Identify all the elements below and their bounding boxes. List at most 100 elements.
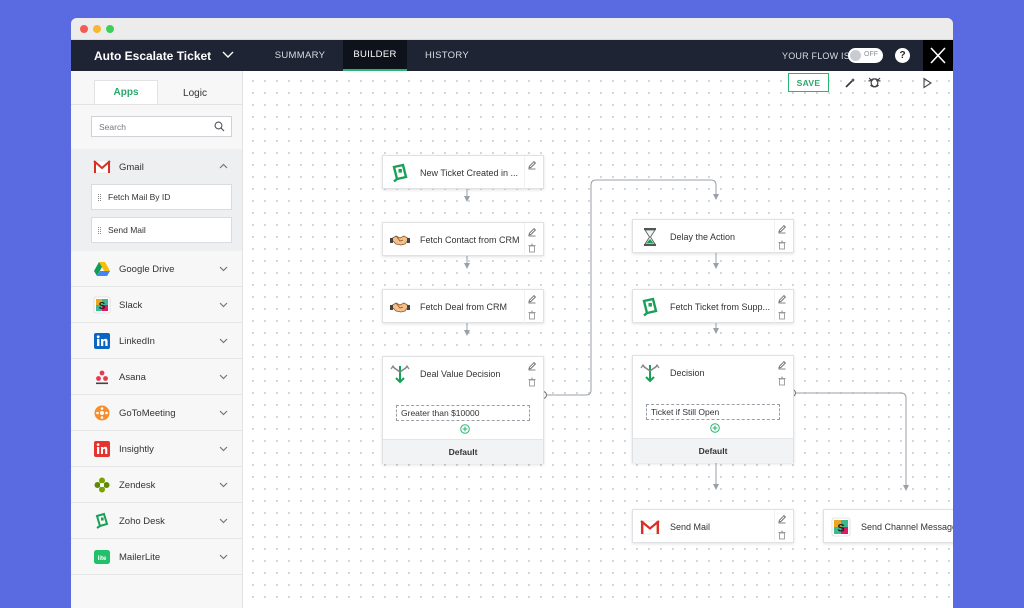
trash-icon[interactable] — [777, 376, 787, 386]
sidebar-item-label: Insightly — [119, 443, 154, 455]
sidebar-item-gmail[interactable]: Gmail — [71, 149, 242, 185]
node-fetch-ticket-from-support[interactable]: Fetch Ticket from Supp... — [632, 289, 794, 324]
gotomeeting-icon — [94, 405, 110, 421]
slack-icon: S — [93, 296, 111, 314]
tab-logic[interactable]: Logic — [163, 81, 227, 105]
trash-icon[interactable] — [777, 530, 787, 540]
tab-history-label: HISTORY — [425, 50, 469, 61]
node-send-mail[interactable]: Send Mail — [632, 509, 794, 544]
tab-builder[interactable]: BUILDER — [343, 40, 407, 71]
tab-apps-label: Apps — [113, 86, 139, 98]
node-fetch-contact-from-crm[interactable]: Fetch Contact from CRM — [382, 222, 544, 257]
gmail-icon — [640, 520, 660, 535]
close-window-dot[interactable] — [80, 25, 88, 33]
tab-builder-label: BUILDER — [353, 49, 397, 60]
svg-text:S: S — [99, 301, 106, 312]
add-condition-icon[interactable] — [460, 424, 470, 434]
flow-toggle[interactable]: OFF — [848, 48, 883, 63]
handshake-icon — [390, 235, 410, 246]
chevron-down-icon — [219, 482, 228, 488]
handshake-icon — [390, 302, 410, 313]
decision-split-icon — [640, 363, 660, 383]
chevron-down-icon — [219, 374, 228, 380]
tab-history[interactable]: HISTORY — [411, 40, 483, 71]
node-decision[interactable]: Decision Ticket if Still Open Default — [632, 355, 794, 463]
decision-condition[interactable]: Ticket if Still Open — [646, 404, 780, 420]
search-box — [91, 116, 232, 137]
sidebar-tabs: Apps Logic — [71, 71, 243, 105]
edit-icon[interactable] — [527, 160, 537, 170]
toggle-state: OFF — [864, 51, 878, 58]
sidebar-item-asana[interactable]: Asana — [71, 359, 242, 395]
decision-default: Default — [633, 438, 793, 463]
drag-handle-icon[interactable] — [98, 194, 101, 201]
add-condition-icon[interactable] — [710, 423, 720, 433]
flow-name-dropdown[interactable]: Auto Escalate Ticket — [71, 40, 243, 71]
chevron-down-icon — [222, 51, 234, 58]
search-input[interactable] — [92, 117, 210, 137]
chevron-up-icon — [219, 163, 228, 169]
trash-icon[interactable] — [527, 377, 537, 387]
svg-text:S: S — [837, 523, 844, 535]
sidebar-item-linkedin[interactable]: LinkedIn — [71, 323, 242, 359]
node-label: Send Channel Message — [861, 522, 953, 532]
node-new-ticket-created[interactable]: New Ticket Created in ... — [382, 155, 544, 190]
close-builder-button[interactable] — [923, 40, 953, 71]
sidebar-item-zendesk[interactable]: Zendesk — [71, 467, 242, 503]
edit-icon[interactable] — [527, 227, 537, 237]
help-button[interactable]: ? — [895, 48, 910, 63]
sidebar-item-mailerlite[interactable]: lite MailerLite — [71, 539, 242, 575]
zoho-desk-icon — [95, 512, 109, 529]
save-button[interactable]: SAVE — [788, 73, 829, 92]
trash-icon[interactable] — [777, 240, 787, 250]
node-label: Fetch Deal from CRM — [420, 302, 508, 312]
edit-icon[interactable] — [527, 361, 537, 371]
minimize-window-dot[interactable] — [93, 25, 101, 33]
node-divider — [524, 290, 525, 324]
node-deal-value-decision[interactable]: Deal Value Decision Greater than $10000 … — [382, 356, 544, 464]
sidebar-item-label: Slack — [119, 299, 143, 311]
action-fetch-mail-by-id[interactable]: Fetch Mail By ID — [91, 184, 232, 210]
sidebar-item-label: GoToMeeting — [119, 407, 176, 419]
sidebar-item-zoho-desk[interactable]: Zoho Desk — [71, 503, 242, 539]
edit-icon[interactable] — [527, 294, 537, 304]
magic-wand-icon[interactable] — [843, 76, 857, 90]
decision-header: Decision — [633, 356, 793, 390]
sidebar-item-insightly[interactable]: Insightly — [71, 431, 242, 467]
drag-handle-icon[interactable] — [98, 227, 101, 234]
zoho-desk-icon — [642, 297, 658, 317]
play-icon[interactable] — [920, 76, 934, 90]
builder-canvas[interactable]: SAVE New Ticket Created in ... Fetch Con… — [243, 71, 953, 608]
sidebar: Apps Logic Gmail Fetch Mail By ID Send M… — [71, 71, 243, 608]
sidebar-item-gotomeeting[interactable]: GoToMeeting — [71, 395, 242, 431]
node-delay-the-action[interactable]: Delay the Action — [632, 219, 794, 254]
trash-icon[interactable] — [527, 310, 537, 320]
decision-condition[interactable]: Greater than $10000 — [396, 405, 530, 421]
redo-icon[interactable] — [868, 76, 882, 90]
decision-title: Decision — [670, 368, 705, 378]
tab-summary-label: SUMMARY — [274, 50, 326, 61]
action-send-mail[interactable]: Send Mail — [91, 217, 232, 243]
node-label: Delay the Action — [670, 232, 736, 242]
trash-icon[interactable] — [777, 310, 787, 320]
sidebar-item-slack[interactable]: S Slack — [71, 287, 242, 323]
node-send-channel-message[interactable]: S Send Channel Message — [823, 509, 953, 543]
tab-apps[interactable]: Apps — [94, 80, 158, 105]
node-label: Fetch Ticket from Supp... — [670, 302, 771, 312]
trash-icon[interactable] — [527, 243, 537, 253]
sidebar-item-label: LinkedIn — [119, 335, 155, 347]
chevron-down-icon — [219, 266, 228, 272]
edit-icon[interactable] — [777, 294, 787, 304]
maximize-window-dot[interactable] — [106, 25, 114, 33]
edit-icon[interactable] — [777, 224, 787, 234]
tab-summary[interactable]: SUMMARY — [261, 40, 339, 71]
svg-text:lite: lite — [98, 556, 107, 562]
action-label: Send Mail — [108, 225, 146, 235]
chevron-down-icon — [219, 446, 228, 452]
node-fetch-deal-from-crm[interactable]: Fetch Deal from CRM — [382, 289, 544, 324]
gmail-icon — [93, 160, 111, 174]
search-icon[interactable] — [214, 121, 225, 132]
edit-icon[interactable] — [777, 360, 787, 370]
sidebar-item-google-drive[interactable]: Google Drive — [71, 251, 242, 287]
edit-icon[interactable] — [777, 514, 787, 524]
